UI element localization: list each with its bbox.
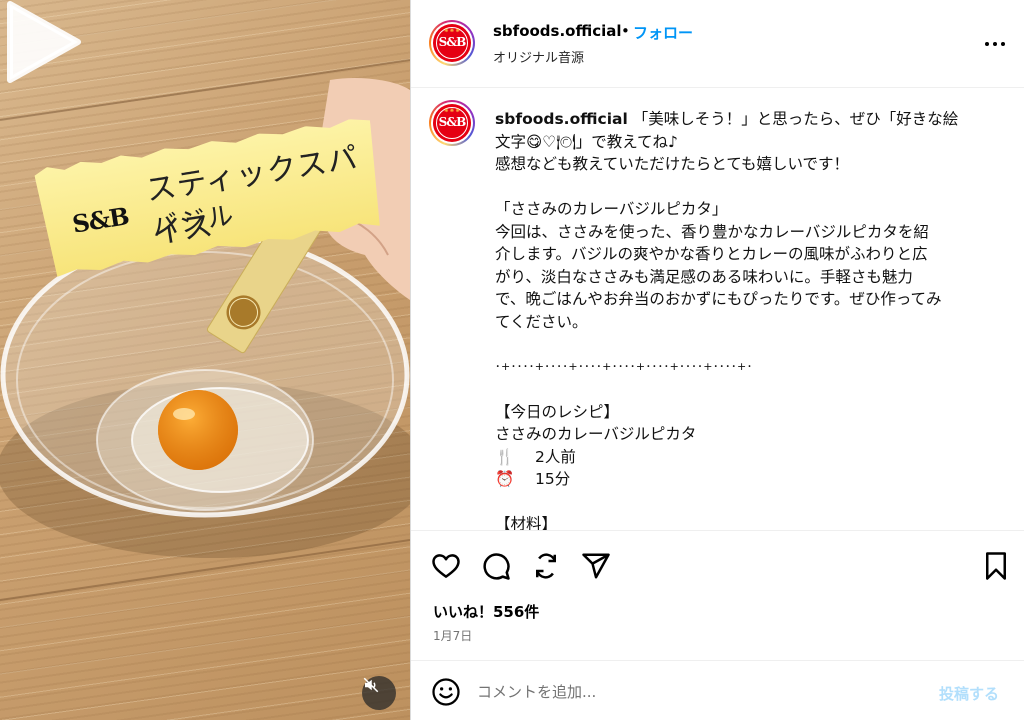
caption-line: sbfoods.official 「美味しそう！」と思ったら、ぜひ「好きな絵 <box>495 110 959 128</box>
caption-scroll-area[interactable]: ❋ ❋ ❋ S&B sbfoods.official 「美味しそう！」と思ったら… <box>411 88 1024 530</box>
share-icon[interactable] <box>581 551 611 581</box>
post-header: ❋ ❋ ❋ S&B sbfoods.official • フォロー オリジナル音… <box>411 0 1024 88</box>
recipe-name: ささみのカレーバジルピカタ <box>495 425 697 443</box>
mute-button[interactable] <box>362 676 396 710</box>
caption-line: で、晩ごはんやお弁当のおかずにもぴったりです。ぜひ作ってみ <box>495 290 942 308</box>
play-icon[interactable] <box>0 0 84 84</box>
avatar[interactable]: ❋ ❋ ❋ S&B <box>429 20 475 66</box>
like-count[interactable]: いいね！556件 <box>433 601 539 622</box>
caption-line: てください。 <box>495 312 588 331</box>
more-options-icon[interactable] <box>983 34 1007 54</box>
caption-line: 「ささみのカレーバジルピカタ」 <box>495 200 728 218</box>
post-panel: ❋ ❋ ❋ S&B sbfoods.official • フォロー オリジナル音… <box>410 0 1024 720</box>
audio-link[interactable]: オリジナル音源 <box>493 47 584 66</box>
speaker-muted-icon <box>363 677 379 693</box>
post-date[interactable]: 1月7日 <box>433 627 472 644</box>
post-button[interactable]: 投稿する <box>939 683 999 704</box>
reel-media[interactable]: S&B スティックスパイス バジル <box>0 0 410 720</box>
caption-line: 今回は、ささみを使った、香り豊かなカレーバジルピカタを紹 <box>495 222 929 241</box>
comment-bar: 投稿する <box>411 660 1024 720</box>
emoji-icon[interactable] <box>431 677 461 707</box>
time-value: 15分 <box>535 470 571 488</box>
alarm-clock-icon: ⏰ <box>495 470 515 488</box>
username-link[interactable]: sbfoods.official <box>493 22 622 40</box>
caption-divider: ･+････+････+････+････+････+････+････+･ <box>495 359 753 373</box>
sb-logo: ❋ ❋ ❋ S&B <box>433 104 471 142</box>
sb-logo: ❋ ❋ ❋ S&B <box>433 24 471 62</box>
action-bar: いいね！556件 1月7日 <box>411 530 1024 660</box>
fork-knife-icon: 🍴 <box>495 447 515 466</box>
caption-text: sbfoods.official 「美味しそう！」と思ったら、ぜひ「好きな絵 文… <box>495 108 995 530</box>
repost-icon[interactable] <box>531 551 561 581</box>
banner-logo: S&B <box>70 201 131 239</box>
materials-heading: 【材料】 <box>495 515 558 530</box>
caption-line: 文字😋♡🍽」で教えてね♪ <box>495 132 678 151</box>
recipe-heading: 【今日のレシピ】 <box>495 402 620 421</box>
comment-icon[interactable] <box>481 551 511 581</box>
caption-username[interactable]: sbfoods.official <box>495 110 628 128</box>
heart-icon[interactable] <box>431 551 461 581</box>
comment-input[interactable] <box>477 679 917 705</box>
bookmark-icon[interactable] <box>981 551 1011 581</box>
time-row: ⏰ 15分 <box>495 468 995 491</box>
servings-value: 2人前 <box>535 447 576 466</box>
caption-avatar[interactable]: ❋ ❋ ❋ S&B <box>429 100 475 146</box>
separator-dot: • <box>621 22 630 40</box>
follow-button[interactable]: フォロー <box>633 22 693 43</box>
caption-line: 感想なども教えていただけたらとても嬉しいです！ <box>495 155 850 173</box>
media-scene <box>0 59 410 601</box>
caption-line: がり、淡白なささみも満足感のある味わいに。手軽さも魅力 <box>495 267 913 286</box>
caption-line: 介します。バジルの爽やかな香りとカレーの風味がふわりと広 <box>495 245 928 263</box>
servings-row: 🍴 2人前 <box>495 446 995 469</box>
